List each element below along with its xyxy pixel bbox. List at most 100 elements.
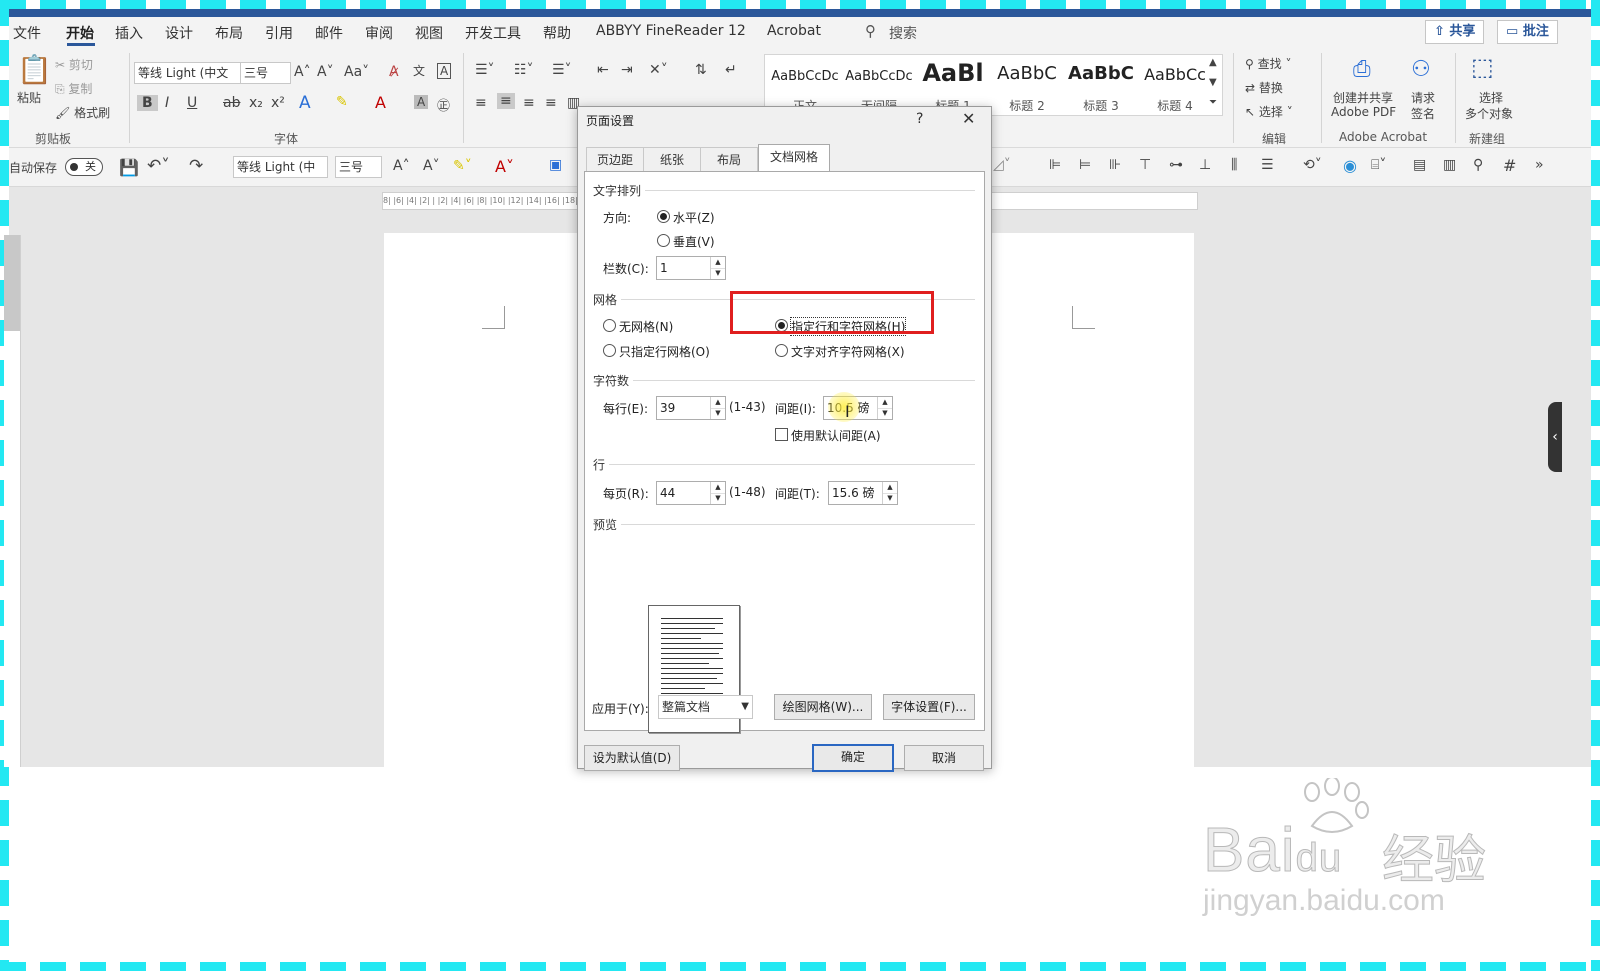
copy-button[interactable]: ⎘ 复制 bbox=[55, 80, 92, 97]
chars-per-line-spinner[interactable]: 39 ▲ ▼ bbox=[656, 396, 726, 420]
tab-layout[interactable]: 布局 bbox=[215, 23, 243, 43]
underline-button[interactable]: U bbox=[187, 95, 197, 111]
horizontal-radio[interactable] bbox=[657, 210, 670, 223]
more-icon[interactable]: » bbox=[1535, 157, 1544, 173]
tab-paper[interactable]: 纸张 bbox=[643, 147, 701, 172]
decrease-indent-icon[interactable]: ⇤ bbox=[597, 62, 609, 78]
spin-down-icon[interactable]: ▼ bbox=[711, 268, 725, 279]
replace-button[interactable]: ⇄ 替换 bbox=[1245, 79, 1283, 96]
paste-button[interactable]: 粘贴 bbox=[17, 89, 41, 106]
line-pitch-spinner[interactable]: 15.6 磅 ▲ ▼ bbox=[828, 481, 898, 505]
align-objects-top-icon[interactable]: ⊤ bbox=[1139, 157, 1151, 173]
text-effects-icon[interactable]: A bbox=[299, 93, 311, 113]
vertical-ruler[interactable] bbox=[4, 235, 21, 767]
spin-down-icon[interactable]: ▼ bbox=[878, 408, 892, 419]
chinese-layout-icon[interactable]: ✕˅ bbox=[649, 62, 668, 78]
request-label[interactable]: 请求 bbox=[1411, 89, 1435, 106]
tab-margins[interactable]: 页边距 bbox=[586, 147, 644, 172]
page-icon[interactable]: ▤ bbox=[1413, 157, 1426, 173]
save-icon[interactable]: 💾 bbox=[119, 158, 139, 177]
tab-view[interactable]: 视图 bbox=[415, 23, 443, 43]
ok-button[interactable]: 确定 bbox=[812, 744, 894, 772]
collapse-side-panel-icon[interactable]: ‹ bbox=[1548, 402, 1562, 472]
default-pitch-checkbox[interactable] bbox=[775, 428, 788, 441]
comment-button[interactable]: ▭ 批注 bbox=[1497, 20, 1558, 44]
tab-document-grid[interactable]: 文档网格 bbox=[758, 144, 830, 172]
spin-down-icon[interactable]: ▼ bbox=[711, 408, 725, 419]
create-pdf-icon[interactable]: ⎙ bbox=[1353, 57, 1371, 82]
select-button[interactable]: ↖ 选择 ˅ bbox=[1245, 103, 1293, 120]
spin-down-icon[interactable]: ▼ bbox=[711, 493, 725, 504]
create-share-label[interactable]: 创建并共享 bbox=[1333, 89, 1393, 106]
tab-acrobat[interactable]: Acrobat bbox=[767, 23, 821, 39]
tab-file[interactable]: 文件 bbox=[13, 23, 41, 43]
superscript-button[interactable]: x² bbox=[271, 95, 285, 111]
undo-icon[interactable]: ↶˅ bbox=[147, 156, 170, 176]
autosave-toggle[interactable]: 关 bbox=[65, 158, 103, 176]
style-heading-2[interactable]: AaBbC 标题 2 bbox=[991, 55, 1063, 115]
align-char-grid-label[interactable]: 文字对齐字符网格(X) bbox=[791, 343, 905, 360]
tab-design[interactable]: 设计 bbox=[165, 23, 193, 43]
no-grid-label[interactable]: 无网格(N) bbox=[619, 318, 673, 335]
highlight-color-icon[interactable]: ✎ bbox=[336, 94, 348, 110]
cut-button[interactable]: ✂ 剪切 bbox=[55, 56, 93, 73]
search-box[interactable]: 搜索 bbox=[889, 23, 917, 43]
styles-more-icon[interactable]: ⏷ bbox=[1209, 97, 1217, 108]
draw-grid-button[interactable]: 绘图网格(W)... bbox=[774, 694, 872, 720]
close-icon[interactable]: ✕ bbox=[962, 109, 975, 128]
rotate-icon[interactable]: ⟲˅ bbox=[1303, 157, 1322, 173]
columns-spinner[interactable]: 1 ▲ ▼ bbox=[656, 256, 726, 280]
share-button[interactable]: ⇧ 共享 bbox=[1425, 20, 1485, 44]
phonetic-guide-icon[interactable]: 文 bbox=[413, 62, 425, 79]
redo-icon[interactable]: ↷ bbox=[189, 156, 203, 176]
tab-layout-settings[interactable]: 布局 bbox=[700, 147, 758, 172]
bold-button[interactable]: B bbox=[137, 95, 158, 111]
numbering-icon[interactable]: ☷˅ bbox=[514, 62, 534, 78]
grid-icon[interactable]: # bbox=[1503, 156, 1516, 175]
multi-objects-label[interactable]: 多个对象 bbox=[1465, 105, 1513, 122]
grow-font-icon[interactable]: A˄ bbox=[294, 64, 311, 80]
style-heading-3[interactable]: AaBbC 标题 3 bbox=[1065, 55, 1137, 115]
search-icon[interactable]: ⚲ bbox=[865, 22, 876, 40]
qat-textbox-icon[interactable]: ▣ bbox=[549, 157, 562, 173]
vertical-label[interactable]: 垂直(V) bbox=[673, 233, 715, 250]
bullets-icon[interactable]: ☰˅ bbox=[475, 62, 495, 78]
find-button[interactable]: ⚲ 查找 ˅ bbox=[1245, 55, 1291, 72]
align-char-grid-radio[interactable] bbox=[775, 344, 788, 357]
style-heading-4[interactable]: AaBbCc 标题 4 bbox=[1139, 55, 1211, 115]
qat-grow-font-icon[interactable]: A˄ bbox=[393, 158, 410, 174]
apply-to-select[interactable]: 整篇文档 ▼ bbox=[658, 695, 753, 719]
qat-font-size-combo[interactable]: 三号 bbox=[335, 156, 382, 178]
tab-references[interactable]: 引用 bbox=[265, 23, 293, 43]
help-button[interactable]: ? bbox=[916, 111, 923, 127]
adobe-pdf-label[interactable]: Adobe PDF bbox=[1331, 105, 1396, 119]
styles-scroll-up-icon[interactable]: ▲ bbox=[1209, 57, 1217, 68]
zoom-icon[interactable]: ⚲ bbox=[1473, 157, 1483, 173]
clear-format-icon[interactable]: A̷ bbox=[389, 64, 399, 80]
tab-mailings[interactable]: 邮件 bbox=[315, 23, 343, 43]
wrap-text-icon[interactable]: ⌸˅ bbox=[1371, 157, 1386, 173]
align-right-icon[interactable]: ≡ bbox=[523, 95, 535, 111]
align-left-icon[interactable]: ≡ bbox=[475, 95, 487, 111]
tab-help[interactable]: 帮助 bbox=[543, 23, 571, 43]
line-only-grid-radio[interactable] bbox=[603, 344, 616, 357]
reading-mode-icon[interactable]: ▥ bbox=[1443, 157, 1456, 173]
font-size-combo[interactable]: 三号 bbox=[240, 62, 291, 84]
show-marks-icon[interactable]: ↵ bbox=[725, 62, 737, 78]
align-objects-left-icon[interactable]: ⊫ bbox=[1049, 157, 1061, 173]
qat-highlight-icon[interactable]: ✎˅ bbox=[453, 158, 472, 174]
sort-icon[interactable]: ⇅ bbox=[695, 62, 707, 78]
qat-shrink-font-icon[interactable]: A˅ bbox=[423, 158, 440, 174]
justify-icon[interactable]: ≡ bbox=[545, 95, 557, 111]
shrink-font-icon[interactable]: A˅ bbox=[317, 64, 334, 80]
select-objects-label[interactable]: 选择 bbox=[1479, 89, 1503, 106]
set-default-button[interactable]: 设为默认值(D) bbox=[584, 745, 680, 771]
sign-label[interactable]: 签名 bbox=[1411, 105, 1435, 122]
font-color-icon[interactable]: A bbox=[375, 93, 386, 112]
qat-font-name-combo[interactable]: 等线 Light (中 bbox=[233, 156, 328, 178]
spin-down-icon[interactable]: ▼ bbox=[883, 493, 897, 504]
styles-scroll-down-icon[interactable]: ▼ bbox=[1209, 77, 1217, 88]
strikethrough-button[interactable]: ab bbox=[223, 95, 240, 111]
line-only-grid-label[interactable]: 只指定行网格(O) bbox=[619, 343, 710, 360]
tab-abbyy[interactable]: ABBYY FineReader 12 bbox=[596, 23, 746, 39]
